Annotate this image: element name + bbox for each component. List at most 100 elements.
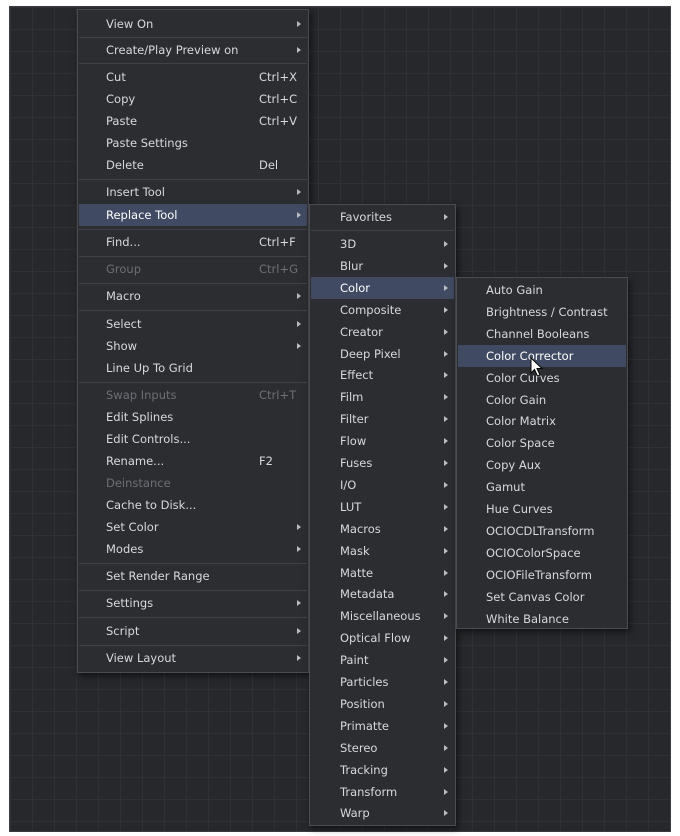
replace-tool-transform[interactable]: Transform [311, 781, 454, 803]
submenu-arrow-icon [444, 284, 448, 291]
replace-tool-warp[interactable]: Warp [311, 802, 454, 824]
menu-item-label: Line Up To Grid [106, 361, 193, 375]
color-tool-ociocdltransform[interactable]: OCIOCDLTransform [458, 520, 626, 542]
menu-item-label: Group [106, 262, 142, 276]
color-tool-set-canvas-color[interactable]: Set Canvas Color [458, 586, 626, 608]
menu-item-label: Optical Flow [340, 631, 411, 646]
replace-tool-effect[interactable]: Effect [311, 364, 454, 386]
menu-item-view-layout[interactable]: View Layout [79, 647, 307, 669]
menu-item-label: Color [340, 280, 371, 295]
replace-tool-stereo[interactable]: Stereo [311, 737, 454, 759]
menu-item-cut[interactable]: Cut Ctrl+X [79, 66, 307, 88]
replace-tool-position[interactable]: Position [311, 693, 454, 715]
color-tool-channel-booleans[interactable]: Channel Booleans [458, 323, 626, 345]
submenu-arrow-icon [297, 343, 301, 349]
replace-tool-color[interactable]: Color [311, 276, 454, 299]
menu-item-label: Deinstance [106, 476, 171, 490]
replace-tool-film[interactable]: Film [311, 386, 454, 408]
menu-item-cache-to-disk[interactable]: Cache to Disk... [79, 494, 307, 516]
menu-item-set-render-range[interactable]: Set Render Range [79, 565, 307, 587]
replace-tool-flow[interactable]: Flow [311, 430, 454, 452]
shortcut-label: Del [259, 158, 279, 172]
menu-item-replace-tool[interactable]: Replace Tool [79, 204, 307, 226]
submenu-arrow-icon [444, 722, 448, 729]
menu-item-select[interactable]: Select [79, 313, 307, 335]
submenu-arrow-icon [444, 394, 448, 401]
menu-item-macro[interactable]: Macro [79, 285, 307, 307]
replace-tool-paint[interactable]: Paint [311, 649, 454, 671]
menu-item-create-play-preview-on[interactable]: Create/Play Preview on [79, 39, 307, 61]
color-tool-copy-aux[interactable]: Copy Aux [458, 454, 626, 476]
replace-tool-primatte[interactable]: Primatte [311, 715, 454, 737]
replace-tool-creator[interactable]: Creator [311, 321, 454, 343]
menu-item-edit-splines[interactable]: Edit Splines [79, 406, 307, 428]
menu-item-settings[interactable]: Settings [79, 592, 307, 614]
replace-tool-matte[interactable]: Matte [311, 562, 454, 584]
shortcut-label: Ctrl+T [259, 388, 297, 402]
replace-tool-macros[interactable]: Macros [311, 518, 454, 540]
menu-item-label: View On [106, 17, 154, 31]
submenu-arrow-icon [297, 212, 301, 218]
replace-tool-filter[interactable]: Filter [311, 408, 454, 430]
color-tool-auto-gain[interactable]: Auto Gain [458, 279, 626, 301]
menu-item-delete[interactable]: Delete Del [79, 154, 307, 176]
submenu-arrow-icon [444, 328, 448, 335]
menu-item-label: OCIOCDLTransform [486, 523, 595, 538]
menu-item-insert-tool[interactable]: Insert Tool [79, 181, 307, 203]
replace-tool-miscellaneous[interactable]: Miscellaneous [311, 605, 454, 627]
menu-item-label: Tracking [340, 762, 388, 777]
menu-item-line-up-to-grid[interactable]: Line Up To Grid [79, 357, 307, 379]
replace-tool-particles[interactable]: Particles [311, 671, 454, 693]
color-tool-white-balance[interactable]: White Balance [458, 608, 626, 630]
color-tool-gamut[interactable]: Gamut [458, 476, 626, 498]
replace-tool-optical-flow[interactable]: Optical Flow [311, 627, 454, 649]
replace-tool-mask[interactable]: Mask [311, 540, 454, 562]
menu-separator [79, 590, 307, 591]
menu-item-label: Cut [106, 70, 126, 84]
menu-item-set-color[interactable]: Set Color [79, 516, 307, 538]
menu-item-script[interactable]: Script [79, 620, 307, 642]
menu-item-label: Set Canvas Color [486, 589, 585, 604]
menu-item-label: Swap Inputs [106, 388, 177, 402]
menu-item-paste[interactable]: Paste Ctrl+V [79, 110, 307, 132]
replace-tool-fuses[interactable]: Fuses [311, 452, 454, 474]
menu-item-paste-settings[interactable]: Paste Settings [79, 132, 307, 154]
submenu-arrow-icon [297, 293, 301, 299]
submenu-arrow-icon [297, 524, 301, 530]
color-tool-hue-curves[interactable]: Hue Curves [458, 498, 626, 520]
color-tool-color-matrix[interactable]: Color Matrix [458, 410, 626, 432]
replace-tool-favorites[interactable]: Favorites [311, 206, 454, 228]
replace-tool-lut[interactable]: LUT [311, 496, 454, 518]
menu-item-find[interactable]: Find... Ctrl+F [79, 231, 307, 253]
replace-tool-blur[interactable]: Blur [311, 255, 454, 277]
menu-item-show[interactable]: Show [79, 335, 307, 357]
color-tool-ociocolorspace[interactable]: OCIOColorSpace [458, 542, 626, 564]
replace-tool-3d[interactable]: 3D [311, 233, 454, 255]
submenu-arrow-icon [444, 744, 448, 751]
replace-tool-tracking[interactable]: Tracking [311, 759, 454, 781]
submenu-arrow-icon [444, 503, 448, 510]
menu-item-modes[interactable]: Modes [79, 538, 307, 560]
color-tool-brightness-contrast[interactable]: Brightness / Contrast [458, 301, 626, 323]
color-submenu: Auto Gain Brightness / Contrast Channel Bo… [456, 277, 628, 629]
replace-tool-composite[interactable]: Composite [311, 299, 454, 321]
replace-tool-deep-pixel[interactable]: Deep Pixel [311, 343, 454, 365]
color-tool-color-space[interactable]: Color Space [458, 432, 626, 454]
replace-tool-i-o[interactable]: I/O [311, 474, 454, 496]
replace-tool-metadata[interactable]: Metadata [311, 583, 454, 605]
menu-item-deinstance[interactable]: Deinstance [79, 472, 307, 494]
color-tool-ociofiletransform[interactable]: OCIOFileTransform [458, 564, 626, 586]
submenu-arrow-icon [297, 546, 301, 552]
menu-item-group[interactable]: Group Ctrl+G [79, 258, 307, 280]
menu-item-edit-controls[interactable]: Edit Controls... [79, 428, 307, 450]
submenu-arrow-icon [444, 788, 448, 795]
menu-item-copy[interactable]: Copy Ctrl+C [79, 88, 307, 110]
color-tool-color-gain[interactable]: Color Gain [458, 389, 626, 411]
menu-item-label: Creator [340, 324, 383, 339]
menu-item-label: Favorites [340, 210, 392, 224]
menu-item-view-on[interactable]: View On [79, 13, 307, 35]
submenu-arrow-icon [444, 350, 448, 357]
menu-item-swap-inputs[interactable]: Swap Inputs Ctrl+T [79, 384, 307, 406]
menu-item-label: Particles [340, 675, 389, 689]
menu-item-rename[interactable]: Rename... F2 [79, 450, 307, 472]
